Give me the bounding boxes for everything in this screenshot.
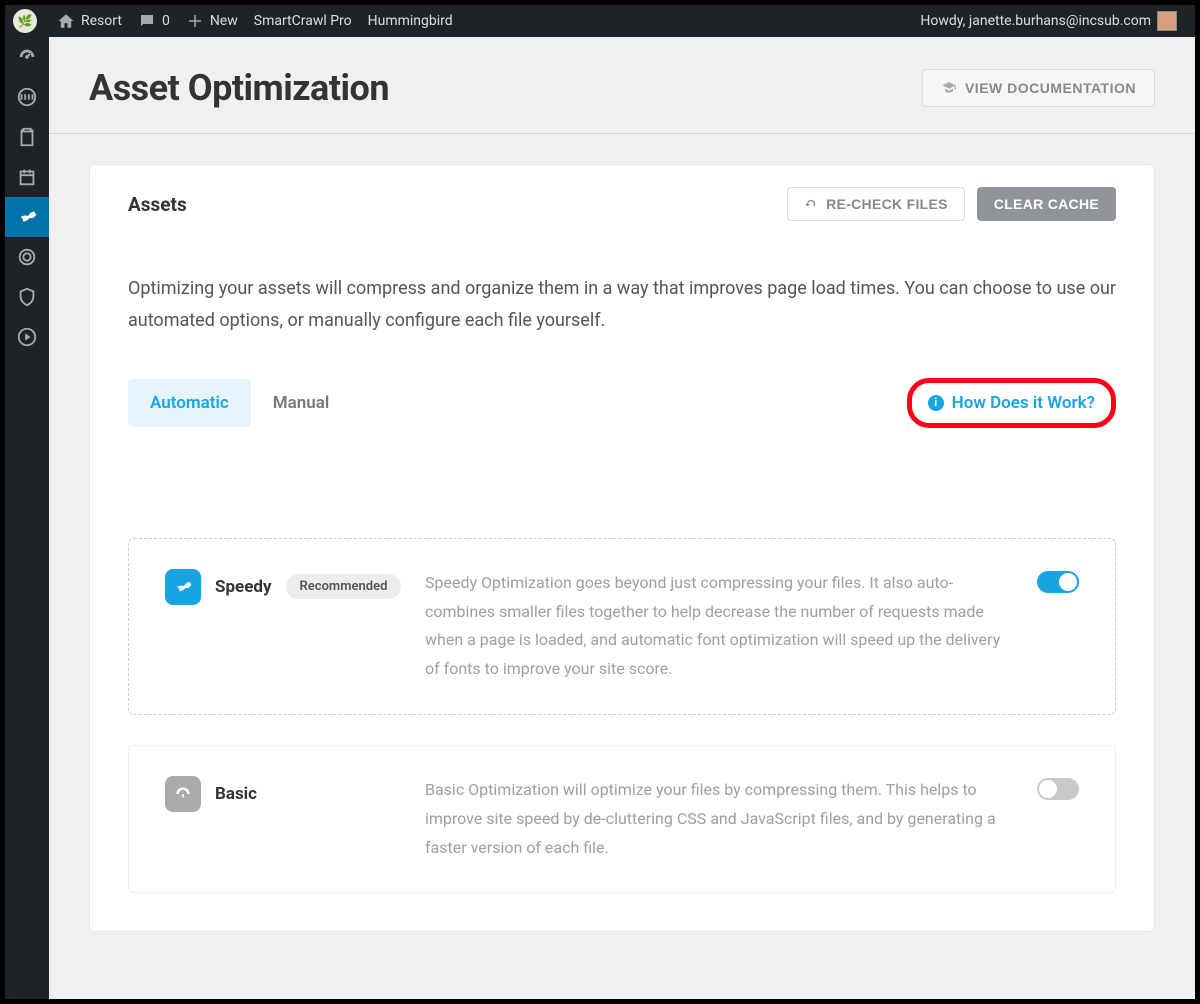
- sidebar-item-calendar[interactable]: [5, 157, 49, 197]
- sidebar-item-dashboard[interactable]: [5, 37, 49, 77]
- site-name: Resort: [81, 13, 122, 29]
- grad-cap-icon: [941, 80, 957, 96]
- account-menu[interactable]: Howdy, janette.burhans@incsub.com: [912, 5, 1185, 37]
- intro-text: Optimizing your assets will compress and…: [128, 243, 1116, 378]
- refresh-icon: [804, 197, 818, 211]
- main-content: Asset Optimization VIEW DOCUMENTATION As…: [49, 37, 1195, 999]
- sidebar-item-wpmudev[interactable]: [5, 77, 49, 117]
- how-does-it-work-link[interactable]: i How Does it Work?: [907, 378, 1116, 428]
- sidebar-item-hummingbird[interactable]: [5, 197, 49, 237]
- adminbar-item-hummingbird[interactable]: Hummingbird: [360, 5, 461, 37]
- info-icon: i: [928, 395, 944, 411]
- assets-card: Assets RE-CHECK FILES CLEAR CACHE Optimi…: [89, 164, 1155, 932]
- basic-toggle[interactable]: [1037, 778, 1079, 800]
- speedy-toggle[interactable]: [1037, 571, 1079, 593]
- home-icon: [57, 12, 75, 30]
- adminbar-item-smartcrawl[interactable]: SmartCrawl Pro: [246, 5, 360, 37]
- option-name: Speedy: [215, 577, 272, 597]
- clipboard-icon: [16, 126, 38, 148]
- new-label: New: [210, 13, 238, 29]
- comments-count: 0: [162, 13, 170, 29]
- site-menu[interactable]: Resort: [49, 5, 130, 37]
- sidebar-item-smartcrawl[interactable]: [5, 237, 49, 277]
- page-header: Asset Optimization VIEW DOCUMENTATION: [49, 37, 1195, 134]
- option-description: Speedy Optimization goes beyond just com…: [425, 569, 1037, 684]
- hummingbird-icon: [16, 206, 38, 228]
- admin-sidebar: [5, 37, 49, 999]
- mode-tabs: Automatic Manual: [128, 379, 351, 427]
- plus-icon: [186, 12, 204, 30]
- option-basic: Basic Basic Optimization will optimize y…: [128, 745, 1116, 893]
- clear-cache-button[interactable]: CLEAR CACHE: [977, 187, 1116, 221]
- target-icon: [16, 246, 38, 268]
- sidebar-item-forms[interactable]: [5, 117, 49, 157]
- wpmudev-icon: [16, 86, 38, 108]
- new-menu[interactable]: New: [178, 5, 246, 37]
- option-description: Basic Optimization will optimize your fi…: [425, 776, 1037, 862]
- option-name: Basic: [215, 784, 257, 804]
- card-title: Assets: [128, 193, 187, 216]
- comment-icon: [138, 12, 156, 30]
- speedy-icon: [165, 569, 201, 605]
- page-title: Asset Optimization: [89, 67, 389, 109]
- sidebar-item-smush[interactable]: [5, 317, 49, 357]
- shield-icon: [16, 286, 38, 308]
- site-logo-icon: 🌿: [13, 9, 37, 33]
- basic-icon: [165, 776, 201, 812]
- tab-automatic[interactable]: Automatic: [128, 379, 251, 427]
- admin-bar: 🌿 Resort 0 New SmartCrawl Pro Hummingbir…: [5, 5, 1195, 37]
- gauge-icon: [16, 46, 38, 68]
- play-circle-icon: [16, 326, 38, 348]
- view-documentation-button[interactable]: VIEW DOCUMENTATION: [922, 69, 1155, 107]
- recheck-files-button[interactable]: RE-CHECK FILES: [787, 187, 965, 221]
- wp-logo-menu[interactable]: 🌿: [5, 5, 49, 37]
- calendar-icon: [16, 166, 38, 188]
- howdy-text: Howdy, janette.burhans@incsub.com: [920, 13, 1151, 29]
- option-speedy: Speedy Recommended Speedy Optimization g…: [128, 538, 1116, 715]
- recommended-badge: Recommended: [286, 574, 402, 599]
- comments-menu[interactable]: 0: [130, 5, 178, 37]
- avatar: [1157, 11, 1177, 31]
- sidebar-item-defender[interactable]: [5, 277, 49, 317]
- tab-manual[interactable]: Manual: [251, 379, 352, 427]
